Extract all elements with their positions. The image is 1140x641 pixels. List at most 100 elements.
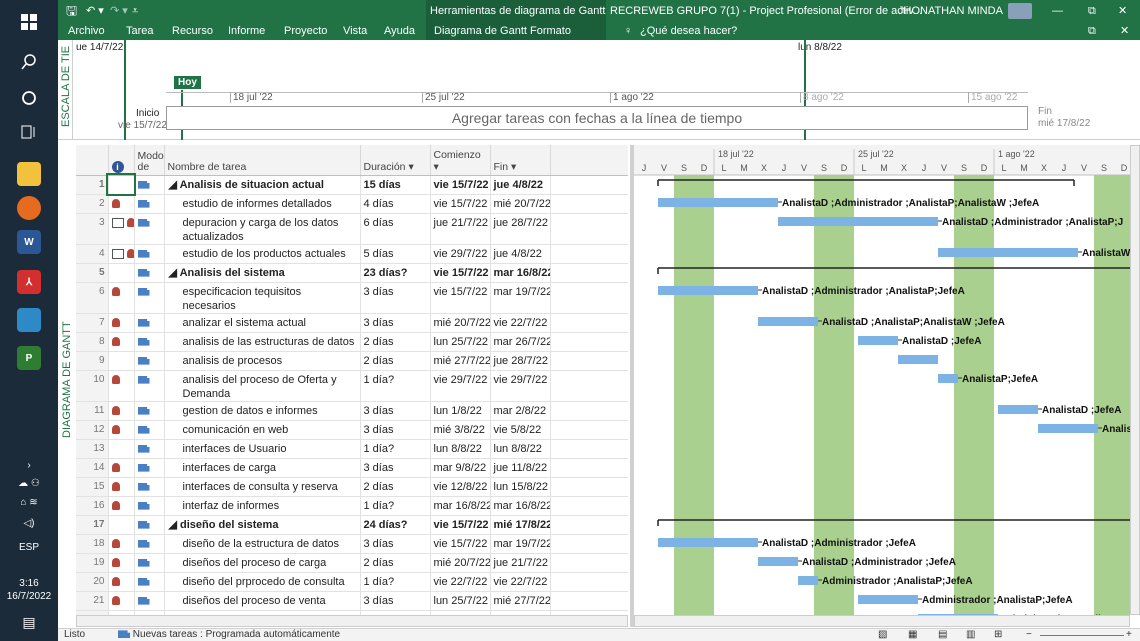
task-view-icon[interactable] — [0, 114, 58, 150]
language-indicator[interactable]: ESP — [0, 542, 58, 553]
duration-cell[interactable]: 4 días — [360, 194, 431, 214]
restore-button[interactable]: ⧉ — [1088, 0, 1096, 22]
finish-cell[interactable]: mar 19/7/22 — [490, 282, 551, 314]
tab-formato[interactable]: Formato — [530, 25, 571, 37]
task-name-cell[interactable]: ◢ diseño del sistema — [164, 515, 361, 535]
start-header[interactable]: Comienzo ▾ — [430, 145, 491, 176]
resource-sheet-icon[interactable]: ▥ — [966, 629, 975, 640]
row-number[interactable]: 14 — [76, 458, 109, 478]
table-row[interactable]: 12 comunicación en web 3 días mié 3/8/22 vie… — [76, 420, 628, 440]
project-icon[interactable]: P — [0, 340, 58, 376]
finish-cell[interactable]: vie 5/8/22 — [490, 420, 551, 440]
cloud-icon[interactable]: ☁ ⚇ — [0, 478, 58, 489]
customize-qat-icon[interactable]: ⩡ — [132, 0, 138, 22]
duration-cell[interactable]: 23 días? — [360, 263, 431, 283]
firefox-icon[interactable] — [0, 190, 58, 226]
avatar[interactable] — [1008, 3, 1032, 19]
duration-cell[interactable]: 3 días — [360, 401, 431, 421]
mode-cell[interactable] — [134, 332, 165, 352]
row-number[interactable]: 15 — [76, 477, 109, 497]
start-cell[interactable]: vie 29/7/22 — [430, 370, 491, 402]
finish-cell[interactable]: jue 21/7/22 — [490, 553, 551, 573]
table-row[interactable]: 13 interfaces de Usuario 1 día? lun 8/8/22 l… — [76, 439, 628, 459]
row-number[interactable]: 6 — [76, 282, 109, 314]
tab-tarea[interactable]: Tarea — [126, 22, 154, 40]
start-cell[interactable]: jue 21/7/22 — [430, 213, 491, 245]
row-number[interactable]: 9 — [76, 351, 109, 371]
row-number[interactable]: 20 — [76, 572, 109, 592]
duration-cell[interactable]: 1 día? — [360, 370, 431, 402]
finish-cell[interactable]: mié 20/7/22 — [490, 194, 551, 214]
finish-cell[interactable]: mié 17/8/22 — [490, 515, 551, 535]
row-number[interactable]: 11 — [76, 401, 109, 421]
table-row[interactable]: 7 analizar el sistema actual 3 días mié 20/… — [76, 313, 628, 333]
duration-cell[interactable]: 2 días — [360, 553, 431, 573]
task-name-cell[interactable]: interfaz de informes — [164, 496, 361, 516]
mode-cell[interactable] — [134, 458, 165, 478]
cortana-icon[interactable] — [0, 80, 58, 116]
start-cell[interactable]: vie 15/7/22 — [430, 282, 491, 314]
mode-cell[interactable] — [134, 439, 165, 459]
row-number[interactable]: 13 — [76, 439, 109, 459]
zoom-slider[interactable] — [1040, 635, 1124, 636]
indicators-header[interactable]: i — [108, 145, 135, 176]
mode-cell[interactable] — [134, 534, 165, 554]
start-cell[interactable]: vie 15/7/22 — [430, 194, 491, 214]
task-name-cell[interactable]: depuracion y carga de los datos actualiz… — [164, 213, 361, 245]
table-row[interactable]: 19 diseños del proceso de carga 2 días mié … — [76, 553, 628, 573]
volume-icon[interactable]: ◁) — [0, 518, 58, 529]
duration-cell[interactable]: 1 día? — [360, 572, 431, 592]
acrobat-icon[interactable]: ⅄ — [0, 264, 58, 300]
row-number[interactable]: 7 — [76, 313, 109, 333]
timeline-pane[interactable]: ESCALA DE TIE ue 14/7/22 lun 8/8/22 Hoy … — [58, 40, 1140, 140]
ribbon-restore-icon[interactable]: ⧉ — [1088, 22, 1096, 40]
timeline-add-tasks-bar[interactable]: Agregar tareas con fechas a la línea de … — [166, 106, 1028, 130]
row-number[interactable]: 5 — [76, 263, 109, 283]
duration-cell[interactable]: 6 días — [360, 213, 431, 245]
row-number[interactable]: 3 — [76, 213, 109, 245]
mode-cell[interactable] — [134, 263, 165, 283]
search-icon[interactable] — [0, 44, 58, 80]
tab-archivo[interactable]: Archivo — [68, 22, 105, 40]
task-name-cell[interactable]: diseño del prprocedo de consulta — [164, 572, 361, 592]
clock-date[interactable]: 16/7/2022 — [0, 591, 58, 602]
duration-cell[interactable]: 3 días — [360, 282, 431, 314]
start-cell[interactable]: vie 15/7/22 — [430, 175, 491, 195]
finish-cell[interactable]: vie 29/7/22 — [490, 370, 551, 402]
table-row[interactable]: 20 diseño del prprocedo de consulta 1 día?… — [76, 572, 628, 592]
tab-informe[interactable]: Informe — [228, 22, 265, 40]
task-name-cell[interactable]: especificacion tequisitos necesarios — [164, 282, 361, 314]
gantt-view-icon[interactable]: ▧ — [878, 629, 887, 640]
notification-icon[interactable]: ▤ — [0, 614, 58, 631]
mode-cell[interactable] — [134, 496, 165, 516]
task-name-cell[interactable]: diseños del proceso de carga — [164, 553, 361, 573]
finish-cell[interactable]: jue 4/8/22 — [490, 244, 551, 264]
task-usage-icon[interactable]: ▦ — [908, 629, 917, 640]
start-cell[interactable]: lun 25/7/22 — [430, 332, 491, 352]
finish-cell[interactable]: jue 28/7/22 — [490, 351, 551, 371]
row-number[interactable]: 10 — [76, 370, 109, 402]
table-row[interactable]: 1 ◢ Analisis de situacion actual 15 días vi… — [76, 173, 628, 196]
tab-vista[interactable]: Vista — [343, 22, 367, 40]
ribbon-close-icon[interactable]: ✕ — [1120, 22, 1129, 40]
table-row[interactable]: 2 estudio de informes detallados 4 días vie… — [76, 194, 628, 214]
finish-cell[interactable]: mar 19/7/22 — [490, 534, 551, 554]
word-icon[interactable]: W — [0, 224, 58, 260]
table-row[interactable]: 4 estudio de los productos actuales 5 día… — [76, 244, 628, 264]
table-row[interactable]: 15 interfaces de consulta y reserva 2 días… — [76, 477, 628, 497]
mode-cell[interactable] — [134, 420, 165, 440]
duration-cell[interactable]: 3 días — [360, 534, 431, 554]
duration-cell[interactable]: 3 días — [360, 591, 431, 611]
finish-cell[interactable]: jue 4/8/22 — [490, 175, 551, 195]
table-row[interactable]: 14 interfaces de carga 3 días mar 9/8/22 jue… — [76, 458, 628, 478]
mode-cell[interactable] — [134, 591, 165, 611]
start-cell[interactable]: vie 29/7/22 — [430, 244, 491, 264]
windows-start-icon[interactable] — [0, 4, 58, 40]
gantt-horizontal-scrollbar[interactable] — [634, 615, 1130, 627]
start-cell[interactable]: vie 12/8/22 — [430, 477, 491, 497]
start-cell[interactable]: vie 15/7/22 — [430, 515, 491, 535]
finish-cell[interactable]: vie 22/7/22 — [490, 313, 551, 333]
task-name-cell[interactable]: ◢ Analisis del sistema — [164, 263, 361, 283]
finish-cell[interactable]: vie 22/7/22 — [490, 572, 551, 592]
tab-diagrama-de-gantt[interactable]: Diagrama de Gantt — [434, 25, 527, 37]
